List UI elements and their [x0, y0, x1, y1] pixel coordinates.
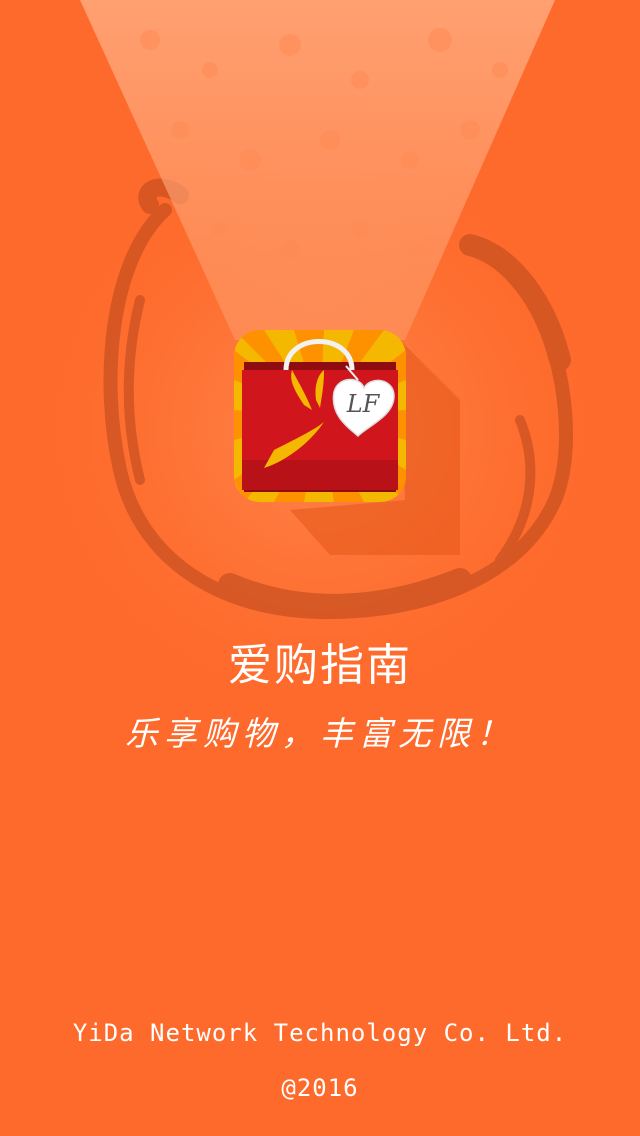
app-icon: LF	[234, 330, 406, 502]
splash-background	[0, 0, 640, 1136]
shopping-bag-icon: LF	[234, 330, 406, 502]
app-slogan: 乐享购物，丰富无限！	[125, 714, 515, 753]
company-name: YiDa Network Technology Co. Ltd.	[72, 1019, 568, 1047]
background-art	[20, 0, 620, 730]
icon-monogram: LF	[346, 390, 381, 418]
copyright-year: @2016	[281, 1074, 359, 1102]
app-title: 爱购指南	[228, 640, 412, 691]
